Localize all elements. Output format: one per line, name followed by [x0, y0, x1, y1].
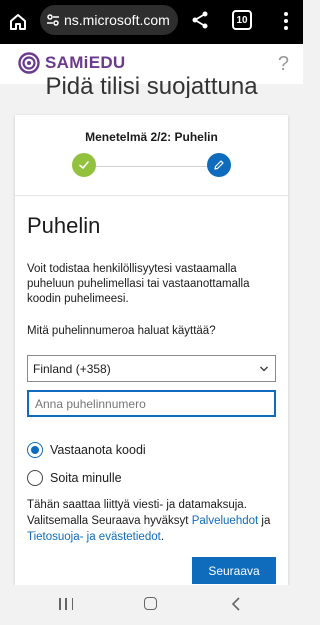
pencil-icon — [214, 160, 224, 170]
step-title: Menetelmä 2/2: Puhelin — [85, 130, 218, 144]
share-button[interactable] — [188, 8, 212, 32]
disclaimer-and: ja — [258, 515, 271, 527]
radio-receive-code[interactable] — [27, 442, 43, 458]
tune-icon[interactable] — [46, 13, 60, 27]
back-icon[interactable] — [230, 596, 242, 612]
disclaimer-text: Tähän saattaa liittyä viesti- ja datamak… — [27, 497, 282, 545]
step-2-indicator — [207, 153, 231, 177]
page-title: Pidä tilisi suojattuna — [45, 76, 258, 98]
country-code-select[interactable]: Finland (+358) — [27, 355, 276, 382]
browser-home-button[interactable] — [2, 0, 34, 44]
privacy-link[interactable]: Tietosuoja- ja evästetiedot — [27, 531, 161, 543]
step-progress-line — [95, 166, 207, 167]
more-vert-icon[interactable] — [278, 8, 294, 34]
next-button[interactable]: Seuraava — [192, 557, 276, 584]
url-text: ns.microsoft.com — [64, 12, 170, 28]
step-1-indicator — [72, 153, 96, 177]
help-button[interactable]: ? — [278, 53, 289, 76]
option-call-me-label: Soita minulle — [50, 471, 122, 485]
description-text: Voit todistaa henkilöllisyytesi vastaama… — [27, 263, 250, 305]
recent-apps-icon[interactable] — [59, 598, 73, 610]
disclaimer-suffix: . — [160, 531, 165, 543]
brand-logo: SAMiEDU — [18, 52, 126, 74]
option-receive-code-label: Vastaanota koodi — [50, 443, 146, 457]
divider — [15, 195, 288, 196]
phone-question-label: Mitä puhelinnumeroa haluat käyttää? — [27, 325, 216, 337]
radio-call-me[interactable] — [27, 470, 43, 486]
country-code-value: Finland (+358) — [33, 361, 111, 376]
check-icon — [79, 161, 89, 169]
chevron-down-icon — [260, 366, 268, 372]
share-icon — [192, 11, 208, 29]
section-title: Puhelin — [27, 213, 101, 238]
tab-switcher-button[interactable]: 10 — [232, 10, 252, 30]
terms-link[interactable]: Palveluehdot — [192, 515, 259, 527]
browser-toolbar: ns.microsoft.com 10 — [0, 0, 303, 44]
option-call-me[interactable]: Soita minulle — [27, 468, 122, 488]
option-receive-code[interactable]: Vastaanota koodi — [27, 440, 146, 460]
phone-number-input[interactable] — [27, 390, 276, 417]
brand-name: SAMiEDU — [45, 53, 126, 72]
address-bar[interactable]: ns.microsoft.com — [40, 5, 178, 35]
home-button-icon[interactable] — [144, 597, 157, 610]
samiedu-logo-icon — [18, 52, 40, 74]
verification-card: Menetelmä 2/2: Puhelin Puhelin Voit todi… — [15, 115, 288, 585]
system-nav-bar — [0, 585, 303, 625]
home-icon — [10, 14, 26, 30]
